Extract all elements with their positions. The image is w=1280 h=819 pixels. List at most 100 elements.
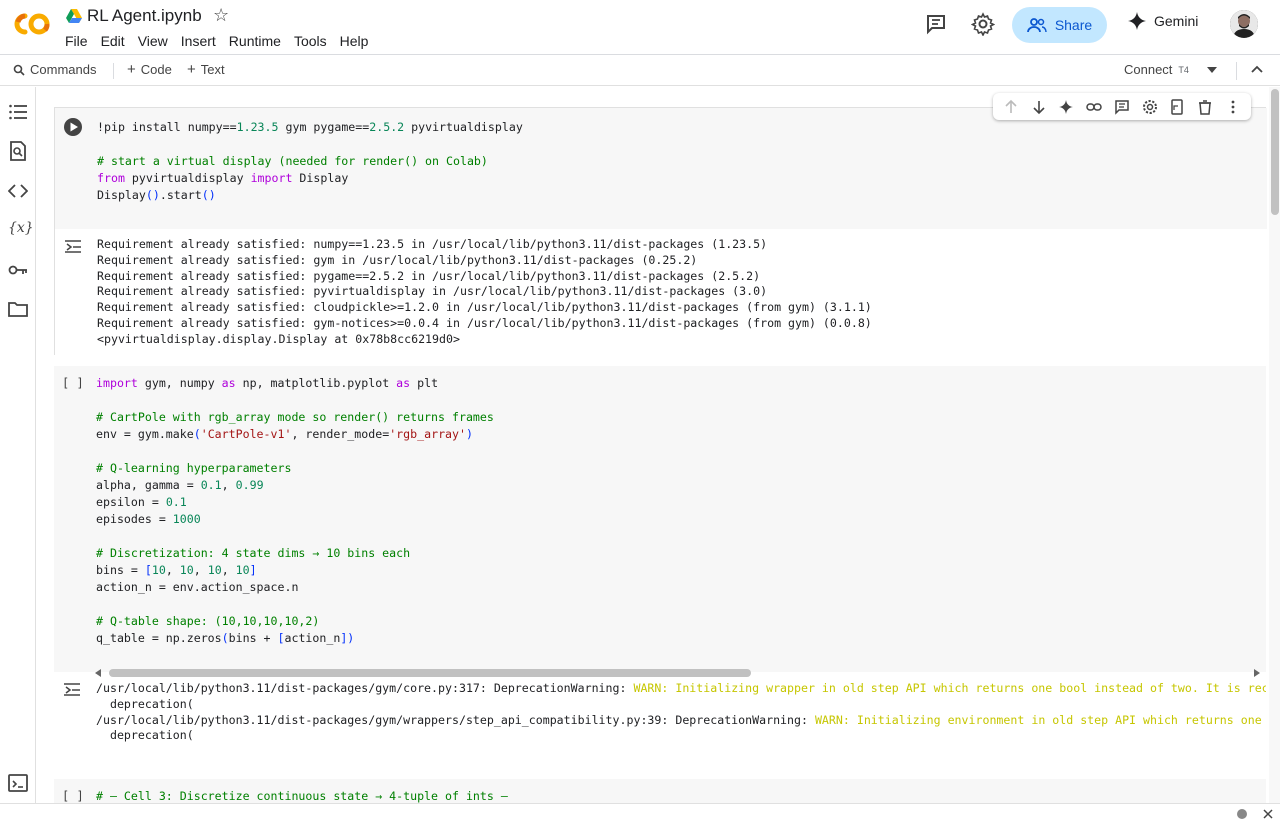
cell-status[interactable]: [ ] bbox=[62, 376, 84, 390]
menu-insert[interactable]: Insert bbox=[181, 33, 216, 49]
output-toggle-icon[interactable] bbox=[64, 239, 82, 253]
toolbar-divider bbox=[1236, 62, 1237, 80]
menu-runtime[interactable]: Runtime bbox=[229, 33, 281, 49]
code-snippets-icon[interactable] bbox=[8, 181, 28, 201]
share-button[interactable]: Share bbox=[1012, 7, 1107, 43]
gemini-sparkle-icon[interactable] bbox=[1058, 99, 1074, 115]
variables-icon[interactable]: {x} bbox=[8, 220, 34, 240]
close-icon[interactable] bbox=[1263, 809, 1273, 819]
horizontal-scroll-thumb[interactable] bbox=[109, 669, 751, 677]
add-text-button[interactable]: + Text bbox=[187, 62, 225, 77]
code-editor[interactable]: [ ] import gym, numpy as np, matplotlib.… bbox=[54, 366, 1266, 672]
comment-icon[interactable] bbox=[1114, 99, 1130, 115]
plus-icon: + bbox=[127, 61, 136, 78]
runtime-type-label: T4 bbox=[1178, 65, 1189, 75]
output-line: <pyvirtualdisplay.display.Display at 0x7… bbox=[97, 331, 460, 346]
delete-trash-icon[interactable] bbox=[1197, 99, 1213, 115]
google-drive-icon[interactable] bbox=[66, 9, 82, 23]
vertical-scroll-thumb[interactable] bbox=[1271, 89, 1279, 215]
connect-dropdown-icon[interactable] bbox=[1207, 67, 1217, 73]
code-editor[interactable]: [ ] # — Cell 3: Discretize continuous st… bbox=[54, 779, 1266, 803]
more-options-icon[interactable] bbox=[1225, 99, 1241, 115]
output-toggle-icon[interactable] bbox=[63, 682, 81, 696]
settings-gear-icon[interactable] bbox=[1142, 99, 1158, 115]
menu-edit[interactable]: Edit bbox=[101, 33, 125, 49]
user-avatar[interactable] bbox=[1230, 10, 1258, 38]
output-line: Requirement already satisfied: gym-notic… bbox=[97, 315, 872, 330]
connect-button[interactable]: Connect T4 bbox=[1124, 62, 1189, 77]
output-line: Requirement already satisfied: pygame==2… bbox=[97, 268, 761, 283]
code-line: bins = [10, 10, 10, 10] bbox=[96, 563, 257, 577]
app-header: RL Agent.ipynb ☆ File Edit View Insert R… bbox=[0, 0, 1280, 55]
menu-view[interactable]: View bbox=[138, 33, 168, 49]
find-replace-icon[interactable] bbox=[8, 141, 28, 161]
status-dot-icon bbox=[1237, 809, 1247, 819]
code-line: from pyvirtualdisplay import Display bbox=[97, 171, 349, 185]
code-cell-1[interactable]: !pip install numpy==1.23.5 gym pygame==2… bbox=[54, 107, 1267, 355]
toolbar-divider bbox=[113, 63, 114, 79]
code-line[interactable]: # — Cell 3: Discretize continuous state … bbox=[96, 788, 508, 803]
people-icon bbox=[1026, 18, 1047, 33]
commands-button[interactable]: Commands bbox=[13, 62, 96, 77]
move-cell-up-icon[interactable] bbox=[1003, 99, 1019, 115]
code-line: q_table = np.zeros(bins + [action_n]) bbox=[96, 631, 355, 645]
vertical-scrollbar[interactable] bbox=[1269, 87, 1280, 803]
code-line: Display().start() bbox=[97, 188, 216, 202]
notebook-title[interactable]: RL Agent.ipynb bbox=[87, 6, 202, 26]
code-cell-2[interactable]: [ ] import gym, numpy as np, matplotlib.… bbox=[54, 366, 1266, 771]
comment-icon[interactable] bbox=[924, 12, 948, 36]
output-text: Requirement already satisfied: numpy==1.… bbox=[97, 237, 872, 348]
output-line: Requirement already satisfied: gym in /u… bbox=[97, 252, 698, 267]
run-cell-icon[interactable] bbox=[63, 117, 83, 137]
share-label: Share bbox=[1054, 17, 1093, 33]
code-line: action_n = env.action_space.n bbox=[96, 580, 299, 594]
settings-gear-icon[interactable] bbox=[971, 12, 995, 36]
gemini-button[interactable]: Gemini bbox=[1128, 12, 1198, 30]
terminal-icon[interactable] bbox=[8, 773, 28, 793]
output-line: deprecation( bbox=[96, 696, 194, 711]
colab-logo[interactable] bbox=[12, 10, 52, 38]
warning-message: WARN: Initializing wrapper in old step A… bbox=[633, 681, 1266, 695]
mirror-cell-icon[interactable] bbox=[1169, 98, 1185, 115]
add-text-label: Text bbox=[200, 62, 225, 77]
link-icon[interactable] bbox=[1086, 99, 1102, 115]
code-cell-3[interactable]: [ ] # — Cell 3: Discretize continuous st… bbox=[54, 779, 1266, 803]
collapse-chevron-up-icon[interactable] bbox=[1251, 65, 1263, 73]
code-content[interactable]: !pip install numpy==1.23.5 gym pygame==2… bbox=[97, 119, 523, 204]
scroll-left-icon[interactable] bbox=[95, 669, 101, 677]
code-line: # CartPole with rgb_array mode so render… bbox=[96, 410, 494, 424]
scroll-right-icon[interactable] bbox=[1254, 669, 1260, 677]
cell-status[interactable]: [ ] bbox=[62, 789, 84, 803]
secrets-key-icon[interactable] bbox=[8, 260, 28, 280]
move-cell-down-icon[interactable] bbox=[1031, 99, 1047, 115]
gemini-label: Gemini bbox=[1154, 13, 1199, 29]
files-folder-icon[interactable] bbox=[8, 299, 28, 319]
menu-tools[interactable]: Tools bbox=[294, 33, 327, 49]
menu-file[interactable]: File bbox=[65, 33, 88, 49]
search-icon bbox=[13, 64, 25, 76]
output-horizontal-scrollbar[interactable] bbox=[55, 667, 1261, 679]
notebook-toolbar: Commands + Code + Text Connect T4 bbox=[0, 56, 1280, 86]
cell-output: Requirement already satisfied: numpy==1.… bbox=[55, 229, 1267, 355]
code-editor[interactable]: !pip install numpy==1.23.5 gym pygame==2… bbox=[55, 108, 1267, 229]
left-sidebar: {x} bbox=[0, 87, 36, 803]
code-line: epsilon = 0.1 bbox=[96, 495, 187, 509]
warning-path: /usr/local/lib/python3.11/dist-packages/… bbox=[96, 681, 634, 695]
code-line: alpha, gamma = 0.1, 0.99 bbox=[96, 478, 264, 492]
output-text: /usr/local/lib/python3.11/dist-packages/… bbox=[96, 681, 1266, 744]
code-line: !pip install numpy==1.23.5 gym pygame==2… bbox=[97, 120, 523, 134]
output-line: /usr/local/lib/python3.11/dist-packages/… bbox=[96, 713, 1266, 727]
menu-help[interactable]: Help bbox=[340, 33, 369, 49]
table-of-contents-icon[interactable] bbox=[8, 102, 28, 122]
add-code-button[interactable]: + Code bbox=[127, 62, 172, 77]
code-content[interactable]: import gym, numpy as np, matplotlib.pypl… bbox=[96, 375, 494, 647]
code-line: # Discretization: 4 state dims → 10 bins… bbox=[96, 546, 411, 560]
output-line: Requirement already satisfied: pyvirtual… bbox=[97, 284, 768, 299]
code-line: # Q-learning hyperparameters bbox=[96, 461, 292, 475]
output-line: Requirement already satisfied: numpy==1.… bbox=[97, 237, 768, 251]
star-icon[interactable]: ☆ bbox=[213, 5, 229, 26]
